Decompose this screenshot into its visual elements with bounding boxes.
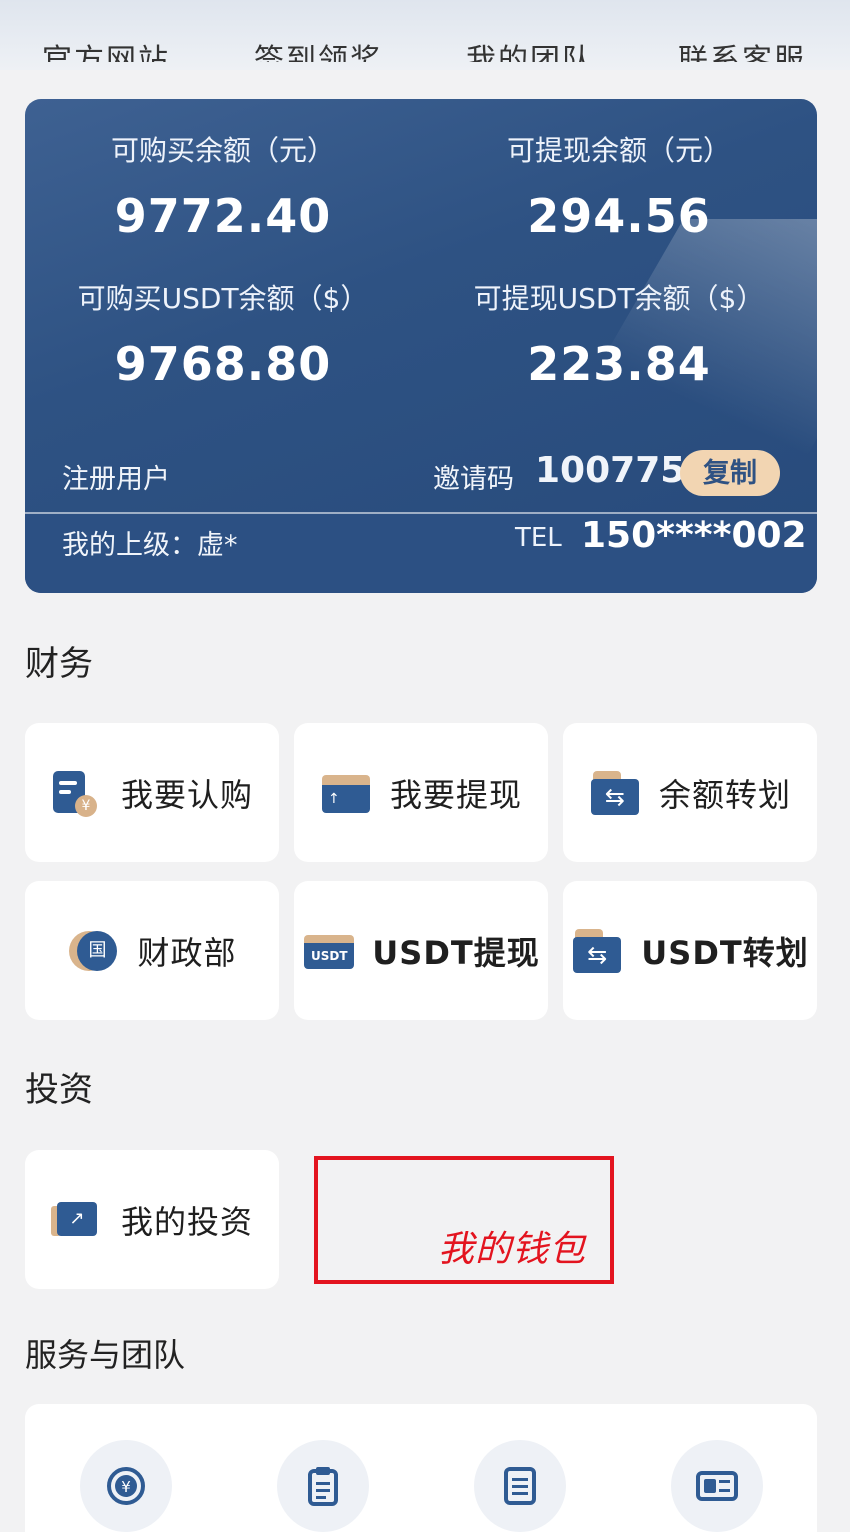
purchasable-balance-value: 9772.40 [114,189,332,243]
svg-text:¥: ¥ [121,1478,131,1496]
nav-contact-support[interactable]: 联系客服 [636,28,848,62]
tile-my-investment[interactable]: ↗ 我的投资 [25,1150,279,1289]
copy-invite-code-button[interactable]: 复制 [680,450,780,496]
superior-user-label: 我的上级：虚* [62,530,238,561]
treasury-glyph: 国 [77,930,118,971]
tile-label: 我要认购 [120,775,253,814]
usdt-transfer-icon: ⇆ [571,927,623,975]
tile-label: 财政部 [137,933,237,972]
invest-title-text: 投资 [25,1070,93,1110]
invite-code-value: 100775 [535,450,686,491]
tile-label: 我要提现 [389,775,522,814]
withdrawable-balance-label: 可提现余额（元） [506,134,731,167]
investment-chart-icon: ↗ [50,1196,103,1244]
tile-usdt-withdraw[interactable]: USDT USDT提现 [294,881,548,1020]
tile-label: USDT提现 [372,933,540,972]
tile-treasury[interactable]: 国 财政部 [25,881,279,1020]
my-wallet-annotation-text: 我的钱包 [437,1229,586,1270]
services-section-title: 服务与团队 [25,1336,186,1374]
finance-section-title: 财务 [25,636,121,691]
nav-label: 官方网站 [42,43,170,62]
tile-label: 我的投资 [120,1202,253,1241]
subscribe-icon: ¥ [51,769,103,817]
invite-code-label: 邀请码 [433,464,514,495]
tile-label: 余额转划 [658,775,791,814]
top-nav: 官方网站 签到领奖 我的团队 联系客服 [0,0,850,70]
document-icon[interactable] [474,1440,566,1532]
tile-withdraw[interactable]: ↑ 我要提现 [294,723,548,862]
tile-subscribe[interactable]: ¥ 我要认购 [25,723,279,862]
yuan-cycle-icon[interactable]: ¥ [80,1440,172,1532]
tile-label: USDT转划 [641,933,809,972]
usdt-badge-text: USDT [304,942,355,969]
transfer-folder-icon: ⇆ [589,769,641,817]
nav-label: 我的团队 [466,43,594,62]
usdt-purchasable-value: 9768.80 [114,337,332,391]
tel-label: TEL [515,523,562,553]
usdt-purchasable-label: 可购买USDT余额（$） [77,282,369,315]
id-card-icon[interactable] [671,1440,763,1532]
nav-label: 签到领奖 [254,43,382,62]
user-type-label: 注册用户 [62,464,170,495]
finance-title-text: 财务 [25,644,93,684]
purchasable-balance-label: 可购买余额（元） [110,134,335,167]
services-panel: ¥ [25,1404,817,1532]
withdraw-wallet-icon: ↑ [320,769,372,817]
clipboard-icon[interactable] [277,1440,369,1532]
tile-balance-transfer[interactable]: ⇆ 余额转划 [563,723,817,862]
usdt-withdrawable-value: 223.84 [527,337,711,391]
balance-card: 可购买余额（元） 9772.40 可提现余额（元） 294.56 可购买USDT… [25,99,817,593]
nav-official-site[interactable]: 官方网站 [0,28,212,62]
usdt-wallet-icon: USDT [302,927,355,975]
tel-value: 150****002 [581,515,807,556]
usdt-withdrawable-label: 可提现USDT余额（$） [473,282,765,315]
treasury-coin-icon: 国 [67,927,119,975]
page: 官方网站 签到领奖 我的团队 联系客服 可购买余额（元） 9772.40 可提现… [0,0,850,1532]
nav-label: 联系客服 [678,43,806,62]
tile-usdt-transfer[interactable]: ⇆ USDT转划 [563,881,817,1020]
nav-my-team[interactable]: 我的团队 [424,28,636,62]
withdrawable-balance-value: 294.56 [527,189,711,243]
nav-checkin-reward[interactable]: 签到领奖 [212,28,424,62]
yuan-coin-glyph: ¥ [74,794,97,817]
my-wallet-annotation-box: 我的钱包 [314,1156,614,1284]
invest-section-title: 投资 [25,1062,121,1117]
